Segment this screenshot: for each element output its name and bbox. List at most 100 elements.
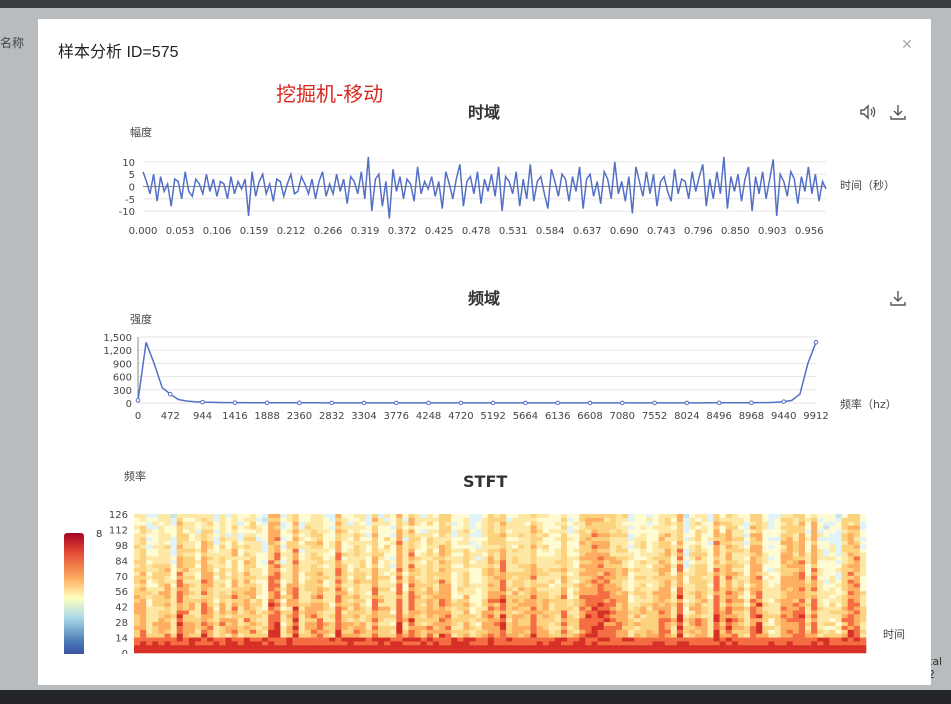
heatmap-cell bbox=[719, 521, 726, 526]
heatmap-cell bbox=[829, 622, 836, 627]
heatmap-cell bbox=[317, 541, 324, 546]
download-icon[interactable] bbox=[888, 102, 908, 122]
heatmap-cell bbox=[750, 645, 757, 650]
heatmap-cell bbox=[579, 587, 586, 592]
heatmap-cell bbox=[371, 525, 379, 530]
heatmap-cell bbox=[512, 637, 519, 642]
heatmap-cell bbox=[170, 583, 177, 588]
heatmap-cell bbox=[780, 560, 787, 565]
heatmap-cell bbox=[158, 602, 165, 607]
heatmap-cell bbox=[195, 625, 202, 631]
heatmap-cell bbox=[310, 537, 318, 542]
heatmap-cell bbox=[170, 602, 177, 607]
heatmap-cell bbox=[750, 568, 757, 573]
heatmap-cell bbox=[634, 641, 641, 646]
heatmap-cell bbox=[341, 548, 348, 553]
heatmap-cell bbox=[847, 610, 855, 615]
heatmap-cell bbox=[640, 614, 647, 619]
heatmap-cell bbox=[786, 529, 794, 534]
heatmap-cell bbox=[506, 541, 513, 546]
heatmap-cell bbox=[335, 544, 342, 550]
close-icon[interactable]: ✕ bbox=[898, 36, 916, 54]
heatmap-cell bbox=[609, 641, 617, 646]
heatmap-cell bbox=[713, 579, 720, 584]
heatmap-cell bbox=[402, 529, 409, 534]
heatmap-cell bbox=[646, 568, 653, 573]
heatmap-cell bbox=[829, 637, 836, 642]
heatmap-cell bbox=[829, 564, 836, 569]
heatmap-cell bbox=[737, 610, 745, 615]
heatmap-cell bbox=[536, 529, 543, 534]
heatmap-cell bbox=[493, 525, 501, 530]
heatmap-cell bbox=[152, 544, 159, 550]
heatmap-cell bbox=[469, 525, 476, 530]
heatmap-cell bbox=[323, 529, 330, 534]
heatmap-cell bbox=[158, 645, 165, 650]
heatmap-cell bbox=[591, 556, 598, 561]
heatmap-cell bbox=[847, 614, 855, 619]
data-point bbox=[426, 400, 431, 406]
heatmap-cell bbox=[579, 645, 586, 650]
heatmap-cell bbox=[585, 606, 592, 611]
heatmap-cell bbox=[609, 587, 617, 592]
heatmap-cell bbox=[780, 521, 787, 526]
heatmap-cell bbox=[585, 591, 592, 596]
heatmap-cell bbox=[481, 583, 489, 588]
heatmap-cell bbox=[744, 610, 751, 615]
heatmap-cell bbox=[176, 533, 184, 538]
heatmap-cell bbox=[140, 575, 147, 580]
heatmap-cell bbox=[603, 645, 611, 650]
heatmap-cell bbox=[469, 614, 476, 619]
heatmap-cell bbox=[231, 602, 238, 607]
speaker-icon[interactable] bbox=[858, 102, 878, 122]
heatmap-cell bbox=[329, 529, 336, 534]
heatmap-cell bbox=[670, 614, 678, 619]
heatmap-cell bbox=[195, 595, 202, 600]
heatmap-cell bbox=[359, 533, 367, 538]
heatmap-cell bbox=[548, 606, 556, 611]
heatmap-cell bbox=[256, 552, 263, 557]
heatmap-cell bbox=[298, 641, 306, 646]
heatmap-cell bbox=[384, 571, 391, 577]
heatmap-cell bbox=[676, 583, 684, 588]
heatmap-cell bbox=[432, 544, 440, 550]
heatmap-cell bbox=[231, 583, 238, 588]
heatmap-cell bbox=[207, 517, 214, 523]
heatmap-cell bbox=[640, 606, 647, 611]
heatmap-cell bbox=[805, 529, 812, 534]
heatmap-cell bbox=[378, 541, 385, 546]
heatmap-cell bbox=[518, 583, 525, 588]
heatmap-cell bbox=[451, 537, 458, 542]
heatmap-cell bbox=[414, 618, 421, 623]
heatmap-cell bbox=[689, 625, 696, 631]
heatmap-cell bbox=[164, 521, 171, 526]
heatmap-cell bbox=[713, 544, 720, 550]
heatmap-cell bbox=[292, 556, 299, 561]
heatmap-cell bbox=[658, 560, 665, 565]
heatmap-cell bbox=[823, 625, 830, 631]
heatmap-cell bbox=[798, 552, 806, 557]
heatmap-cell bbox=[847, 529, 855, 534]
heatmap-cell bbox=[731, 537, 739, 542]
heatmap-cell bbox=[231, 598, 238, 604]
heatmap-cell bbox=[658, 629, 665, 634]
heatmap-cell bbox=[798, 521, 806, 526]
heatmap-cell bbox=[213, 541, 220, 546]
heatmap-cell bbox=[768, 618, 775, 623]
heatmap-cell bbox=[579, 625, 586, 631]
heatmap-cell bbox=[323, 552, 330, 557]
heatmap-cell bbox=[646, 637, 653, 642]
heatmap-cell bbox=[683, 649, 690, 654]
heatmap-cell bbox=[579, 618, 586, 623]
y-tick-label: 70 bbox=[115, 572, 128, 583]
heatmap-cell bbox=[683, 645, 690, 650]
download-icon[interactable] bbox=[888, 288, 908, 308]
heatmap-cell bbox=[512, 533, 519, 538]
heatmap-cell bbox=[140, 514, 147, 519]
series-line bbox=[137, 342, 817, 404]
x-tick-label: 5664 bbox=[513, 411, 538, 422]
heatmap-cell bbox=[249, 595, 257, 600]
heatmap-cell bbox=[140, 537, 147, 542]
heatmap-cell bbox=[432, 575, 440, 580]
heatmap-cell bbox=[359, 537, 367, 542]
